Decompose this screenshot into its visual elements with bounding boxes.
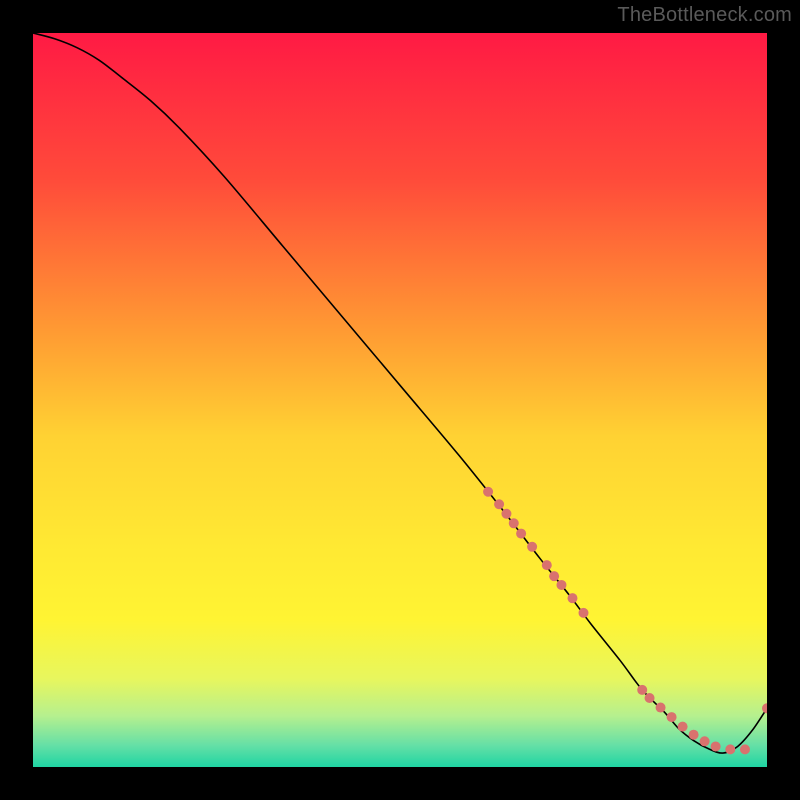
- marker-dot: [667, 712, 677, 722]
- marker-dot: [549, 571, 559, 581]
- marker-dot: [689, 730, 699, 740]
- marker-dot: [483, 487, 493, 497]
- marker-dot: [711, 741, 721, 751]
- marker-dot: [542, 560, 552, 570]
- marker-dot: [740, 744, 750, 754]
- chart-stage: TheBottleneck.com: [0, 0, 800, 800]
- marker-dot: [527, 542, 537, 552]
- marker-dot: [509, 518, 519, 528]
- marker-dot: [556, 580, 566, 590]
- marker-dot: [700, 736, 710, 746]
- marker-dot: [637, 685, 647, 695]
- marker-dot: [645, 693, 655, 703]
- marker-dot: [656, 703, 666, 713]
- marker-dot: [678, 722, 688, 732]
- marker-dot: [516, 529, 526, 539]
- marker-dot: [579, 608, 589, 618]
- watermark-text: TheBottleneck.com: [617, 4, 792, 27]
- plot-area: [33, 33, 767, 767]
- gradient-background: [33, 33, 767, 767]
- chart-svg: [33, 33, 767, 767]
- marker-dot: [725, 744, 735, 754]
- marker-dot: [494, 499, 504, 509]
- marker-dot: [501, 509, 511, 519]
- marker-dot: [567, 593, 577, 603]
